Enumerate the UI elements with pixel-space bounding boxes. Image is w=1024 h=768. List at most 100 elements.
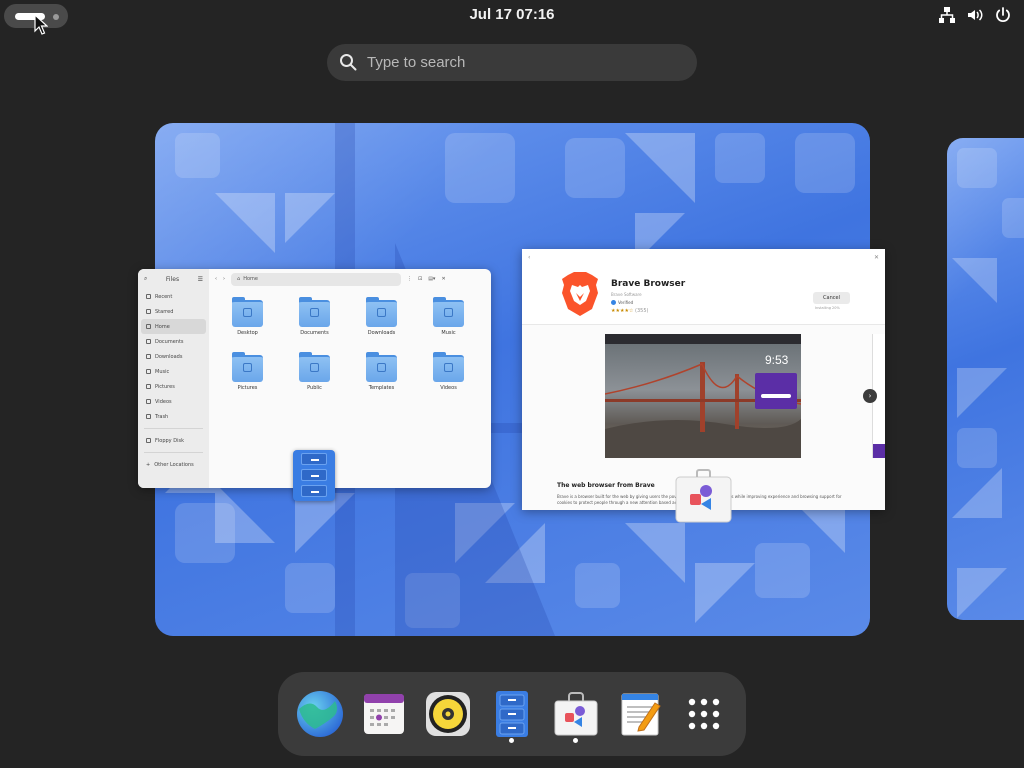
search-input[interactable]: [367, 48, 667, 77]
files-header: ⌕ Files ☰: [138, 269, 209, 289]
dock-web-browser[interactable]: [295, 689, 345, 739]
app-details-header: ‹ ✕ Brave Browser Brave Software Verifie…: [522, 249, 885, 325]
app-developer: Brave Software: [611, 292, 642, 297]
document-icon: [146, 339, 151, 344]
description-title: The web browser from Brave: [557, 482, 655, 489]
star-icon: [146, 309, 151, 314]
folder-icon: [299, 352, 330, 382]
back-icon[interactable]: ‹: [528, 254, 530, 261]
folder-icon: [299, 297, 330, 327]
sidebar-item-home[interactable]: Home: [141, 319, 206, 334]
check-icon: [611, 300, 616, 305]
dock: [278, 672, 746, 756]
volume-icon[interactable]: [966, 6, 984, 24]
dock-show-apps[interactable]: [679, 689, 729, 739]
sidebar-item-recent[interactable]: Recent: [138, 289, 209, 304]
sidebar-item-downloads[interactable]: Downloads: [138, 349, 209, 364]
system-tray[interactable]: [938, 6, 1012, 24]
cancel-button[interactable]: Cancel: [813, 292, 850, 304]
folder-icon: [433, 352, 464, 382]
music-icon: [146, 369, 151, 374]
rating-stars: ★★★★☆ (355): [611, 308, 649, 314]
trash-icon: [146, 414, 151, 419]
globe-icon: [297, 691, 343, 737]
folder-icon: [232, 352, 263, 382]
sidebar-item-documents[interactable]: Documents: [138, 334, 209, 349]
sidebar-item-trash[interactable]: Trash: [138, 409, 209, 424]
files-title: Files: [165, 275, 180, 283]
folder-icon: [366, 352, 397, 382]
more-icon[interactable]: ⋮: [407, 276, 412, 282]
sidebar-item-other-locations[interactable]: + Other Locations: [138, 457, 209, 472]
folder-public[interactable]: Public: [281, 352, 348, 391]
folder-icon: [232, 297, 263, 327]
forward-icon[interactable]: ›: [223, 276, 225, 282]
search-icon[interactable]: ⌕: [144, 275, 147, 283]
sidebar-item-music[interactable]: Music: [138, 364, 209, 379]
app-grid-icon: [688, 698, 720, 730]
folder-downloads[interactable]: Downloads: [348, 297, 415, 336]
next-screenshot-button[interactable]: ›: [863, 389, 877, 403]
folder-icon: [366, 297, 397, 327]
folder-icon: [433, 297, 464, 327]
new-folder-icon[interactable]: ⊡: [418, 276, 422, 282]
sidebar-item-starred[interactable]: Starred: [138, 304, 209, 319]
home-icon: [146, 324, 151, 329]
screenshot-card: [755, 373, 797, 409]
folder-documents[interactable]: Documents: [281, 297, 348, 336]
dock-software[interactable]: [551, 689, 601, 739]
verified-badge: Verified: [611, 300, 633, 305]
sidebar-item-videos[interactable]: Videos: [138, 394, 209, 409]
network-icon[interactable]: [938, 6, 956, 24]
calendar-icon: [364, 694, 404, 734]
file-cabinet-icon: [496, 691, 528, 737]
files-sidebar: ⌕ Files ☰ Recent Starred Home Documents …: [138, 269, 209, 488]
clock[interactable]: Jul 17 07:16: [412, 6, 612, 23]
workspace-indicator-dot: [53, 14, 59, 20]
close-icon[interactable]: ✕: [441, 276, 445, 282]
folder-music[interactable]: Music: [415, 297, 482, 336]
close-icon[interactable]: ✕: [874, 254, 879, 261]
menu-icon[interactable]: ☰: [198, 276, 203, 283]
divider: [144, 452, 203, 453]
dock-rhythmbox[interactable]: [423, 689, 473, 739]
download-icon: [146, 354, 151, 359]
folder-pictures[interactable]: Pictures: [214, 352, 281, 391]
dock-files[interactable]: [487, 689, 537, 739]
wallpaper-next: [952, 148, 1024, 618]
install-progress-text: Installing 20%: [815, 306, 840, 310]
shopping-bag-icon: [554, 692, 598, 736]
view-options-icon[interactable]: ▤▾: [428, 276, 435, 282]
brave-lion-icon: [562, 272, 598, 316]
search-bar[interactable]: [327, 44, 697, 81]
sidebar-item-pictures[interactable]: Pictures: [138, 379, 209, 394]
software-app-icon: [675, 469, 732, 523]
folder-templates[interactable]: Templates: [348, 352, 415, 391]
running-indicator-files: [509, 738, 514, 743]
folder-desktop[interactable]: Desktop: [214, 297, 281, 336]
home-icon: ⌂: [237, 276, 241, 282]
search-icon: [340, 54, 357, 71]
picture-icon: [146, 384, 151, 389]
clock-icon: [146, 294, 151, 299]
files-app-icon: [293, 450, 335, 501]
speaker-icon: [426, 692, 470, 736]
screenshot-clock: 9:53: [765, 353, 789, 367]
dock-calendar[interactable]: [359, 689, 409, 739]
running-indicator-software: [573, 738, 578, 743]
folder-grid: Desktop Documents Downloads Music Pictur…: [214, 297, 482, 391]
files-content: ‹ › ⌂ Home ⋮ ⊡ ▤▾ ✕ Desktop Documents Do…: [209, 269, 491, 488]
app-screenshot[interactable]: 9:53: [605, 334, 801, 458]
path-bar[interactable]: ⌂ Home: [231, 272, 401, 286]
back-icon[interactable]: ‹: [215, 276, 217, 282]
dock-text-editor[interactable]: [615, 689, 665, 739]
drive-icon: [146, 438, 151, 443]
top-bar: Jul 17 07:16: [0, 0, 1024, 32]
workspace-thumbnail-next[interactable]: [947, 138, 1024, 620]
folder-videos[interactable]: Videos: [415, 352, 482, 391]
browser-toolbar: [605, 334, 801, 344]
divider: [144, 428, 203, 429]
power-icon[interactable]: [994, 6, 1012, 24]
path-label: Home: [243, 276, 258, 282]
sidebar-item-floppy-disk[interactable]: Floppy Disk: [138, 433, 209, 448]
